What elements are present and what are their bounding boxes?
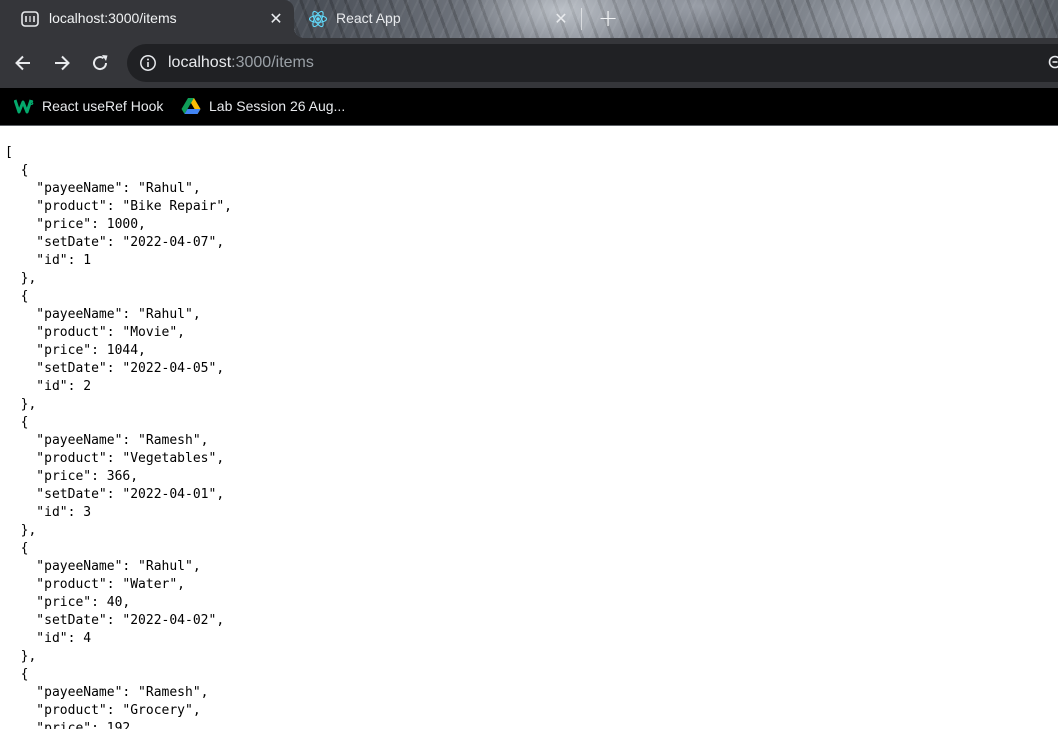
close-tab-icon[interactable]: ✕ [551, 9, 571, 29]
json-line: "id": 3 [5, 505, 92, 520]
google-drive-icon [181, 98, 201, 114]
tab-strip: localhost:3000/items ✕ React App ✕ + [0, 0, 1058, 38]
close-tab-icon[interactable]: ✕ [266, 9, 286, 29]
json-line: "id": 1 [5, 253, 92, 268]
json-line: "price": 1044, [5, 343, 146, 358]
bookmark-label: React useRef Hook [42, 98, 164, 114]
json-line: [ [5, 145, 13, 160]
json-line: }, [5, 649, 37, 664]
browser-toolbar: localhost:3000/items [0, 38, 1058, 88]
bookmarks-bar: 3 React useRef Hook Lab Session 26 Aug..… [0, 88, 1058, 126]
json-line: "payeeName": "Ramesh", [5, 433, 209, 448]
bookmark-react-useref-hook[interactable]: 3 React useRef Hook [14, 88, 163, 124]
url-path: :3000/items [231, 54, 314, 71]
tab-title: React App [336, 10, 401, 26]
json-line: { [5, 667, 29, 682]
json-line: "product": "Vegetables", [5, 451, 225, 466]
json-line: "id": 2 [5, 379, 92, 394]
globe-icon [21, 11, 39, 27]
svg-text:3: 3 [29, 99, 34, 107]
json-line: { [5, 163, 29, 178]
address-bar[interactable]: localhost:3000/items [127, 44, 1058, 82]
json-line: "price": 192 [5, 721, 131, 729]
json-line: "payeeName": "Rahul", [5, 181, 201, 196]
url-text[interactable]: localhost:3000/items [168, 53, 314, 73]
json-line: "price": 40, [5, 595, 131, 610]
json-line: "payeeName": "Rahul", [5, 559, 201, 574]
url-host: localhost [168, 54, 232, 71]
json-line: "setDate": "2022-04-02", [5, 613, 225, 628]
bookmark-label: Lab Session 26 Aug... [209, 98, 346, 114]
json-line: "product": "Movie", [5, 325, 186, 340]
tab-title: localhost:3000/items [49, 10, 177, 26]
json-line: }, [5, 271, 37, 286]
json-response-view: [ { "payeeName": "Rahul", "product": "Bi… [0, 127, 1058, 729]
arrow-left-icon [15, 55, 30, 71]
forward-button[interactable] [48, 49, 76, 77]
json-line: "setDate": "2022-04-01", [5, 487, 225, 502]
tab-react-app[interactable]: React App ✕ [298, 0, 588, 38]
reload-button[interactable] [86, 49, 114, 77]
json-line: "product": "Grocery", [5, 703, 201, 718]
json-line: "payeeName": "Ramesh", [5, 685, 209, 700]
zoom-icon[interactable] [1047, 54, 1058, 72]
json-line: "setDate": "2022-04-07", [5, 235, 225, 250]
site-info-icon[interactable] [139, 54, 157, 72]
json-line: "product": "Water", [5, 577, 186, 592]
tab-separator [581, 8, 582, 30]
json-line: "product": "Bike Repair", [5, 199, 232, 214]
json-line: { [5, 541, 29, 556]
json-line: "id": 4 [5, 631, 92, 646]
arrow-right-icon [55, 55, 70, 71]
react-icon [308, 10, 328, 28]
tab-localhost-items[interactable]: localhost:3000/items ✕ [0, 0, 304, 38]
json-line: { [5, 289, 29, 304]
back-button[interactable] [9, 49, 37, 77]
json-line: "payeeName": "Rahul", [5, 307, 201, 322]
json-line: }, [5, 523, 37, 538]
reload-icon [93, 55, 108, 71]
bookmark-lab-session[interactable]: Lab Session 26 Aug... [181, 88, 345, 124]
json-line: "price": 1000, [5, 217, 146, 232]
json-line: }, [5, 397, 37, 412]
json-line: "setDate": "2022-04-05", [5, 361, 225, 376]
json-line: "price": 366, [5, 469, 139, 484]
json-line: { [5, 415, 29, 430]
new-tab-button[interactable]: + [596, 6, 620, 31]
w3schools-icon: 3 [14, 99, 34, 114]
